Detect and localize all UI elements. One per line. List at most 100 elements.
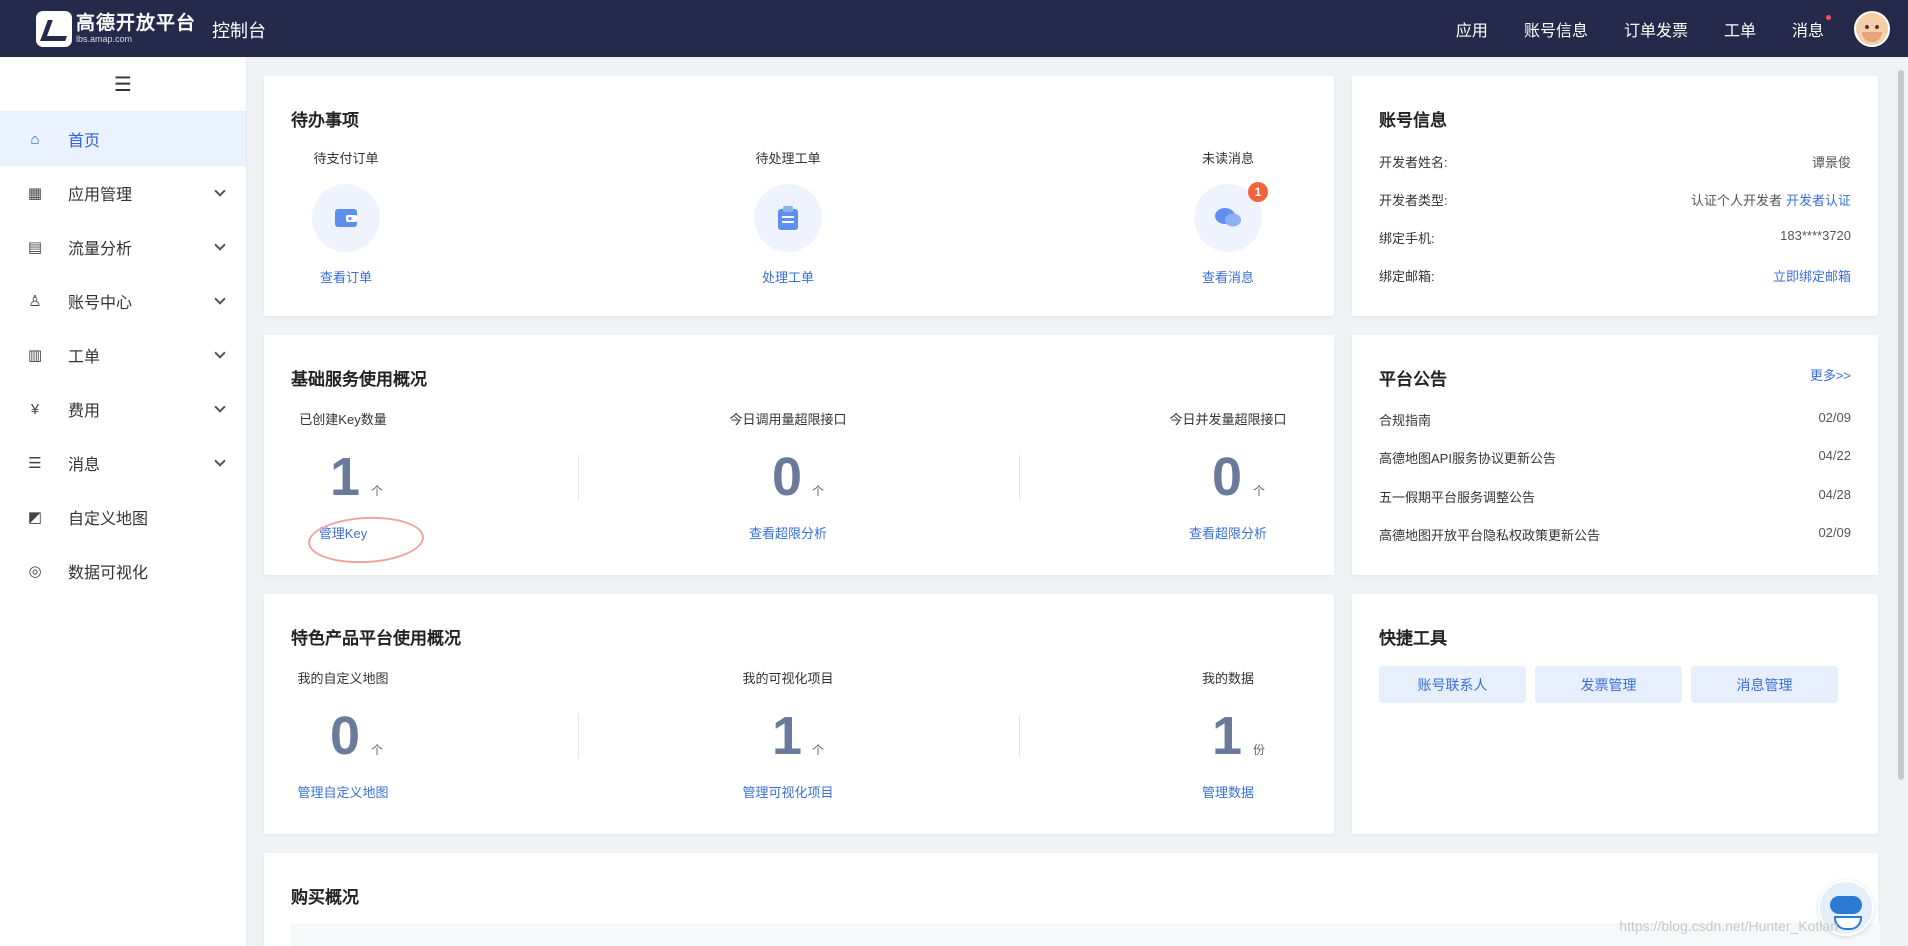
amap-logo-icon [36, 11, 72, 47]
notice-item-date: 02/09 [1818, 410, 1851, 425]
nav-account[interactable]: 账号信息 [1524, 17, 1588, 41]
visualization-icon: ◎ [28, 563, 42, 580]
notice-item[interactable]: 五一假期平台服务调整公告 04/28 [1379, 487, 1851, 507]
nav-apps[interactable]: 应用 [1456, 17, 1488, 41]
clipboard-icon [754, 184, 822, 252]
logo-title: 高德开放平台 [76, 13, 197, 34]
chevron-down-icon [214, 401, 226, 413]
view-call-limit-analysis-link[interactable]: 查看超限分析 [718, 523, 858, 542]
custom-map-count-value: 0 [330, 706, 361, 766]
chart-icon: ▤ [27, 239, 43, 256]
developer-certification-link[interactable]: 开发者认证 [1786, 193, 1851, 208]
manage-custom-map-link[interactable]: 管理自定义地图 [288, 782, 398, 801]
sidebar-item-label: 首页 [68, 133, 101, 150]
daily-call-limit-value: 0 [772, 447, 803, 507]
account-card: 账号信息 开发者姓名: 谭景俊 开发者类型: 认证个人开发者 开发者认证 绑定手机… [1352, 76, 1878, 316]
notice-item[interactable]: 合规指南 02/09 [1379, 410, 1851, 430]
manage-data-link[interactable]: 管理数据 [1178, 782, 1278, 801]
invoice-management-button[interactable]: 发票管理 [1535, 666, 1682, 703]
apps-icon: ▦ [27, 185, 43, 202]
custom-map-count-label: 我的自定义地图 [297, 671, 389, 686]
sidebar-item-messages[interactable]: ☰ 消息 [0, 436, 246, 490]
notice-item-title: 高德地图开放平台隐私权政策更新公告 [1379, 528, 1601, 543]
sidebar-item-account-center[interactable]: ♙ 账号中心 [0, 274, 246, 328]
sidebar-item-label: 工单 [68, 349, 101, 366]
phone-key: 绑定手机: [1379, 231, 1435, 246]
chevron-down-icon [214, 239, 226, 251]
pending-tickets-label: 待处理工单 [755, 151, 821, 166]
user-avatar[interactable] [1854, 11, 1890, 47]
notice-item-date: 04/28 [1818, 487, 1851, 502]
nav-messages[interactable]: 消息 [1791, 14, 1831, 41]
phone-value: 183****3720 [1780, 228, 1851, 243]
sidebar-item-label: 流量分析 [68, 241, 133, 258]
ticket-icon: ▥ [27, 347, 43, 364]
quick-tools-card: 快捷工具 账号联系人 发票管理 消息管理 [1352, 594, 1878, 834]
sidebar-item-traffic-analysis[interactable]: ▤ 流量分析 [0, 220, 246, 274]
nav-messages-label: 消息 [1791, 22, 1824, 40]
top-nav: 应用 账号信息 订单发票 工单 消息 [1420, 0, 1831, 57]
divider [1019, 714, 1020, 758]
daily-call-limit-unit: 个 [812, 484, 825, 498]
special-usage-card: 特色产品平台使用概况 我的自定义地图 0 个 管理自定义地图 我的可视化项目 1… [264, 594, 1334, 834]
my-data-count-unit: 份 [1253, 743, 1266, 757]
pending-orders-label: 待支付订单 [313, 151, 379, 166]
sidebar-item-label: 消息 [68, 457, 101, 474]
developer-type-value-group: 认证个人开发者 开发者认证 [1691, 190, 1851, 209]
email-key: 绑定邮箱: [1379, 269, 1435, 284]
account-contact-button[interactable]: 账号联系人 [1379, 666, 1526, 703]
message-management-button[interactable]: 消息管理 [1691, 666, 1838, 703]
manage-visualization-project-link[interactable]: 管理可视化项目 [728, 782, 848, 801]
sidebar-item-data-visualization[interactable]: ◎ 数据可视化 [0, 544, 246, 598]
logo[interactable]: 高德开放平台 lbs.amap.com [36, 11, 196, 47]
wallet-icon [312, 184, 380, 252]
message-icon: ☰ [28, 455, 42, 472]
view-orders-link[interactable]: 查看订单 [296, 267, 396, 286]
divider [578, 714, 579, 758]
sidebar-item-label: 自定义地图 [68, 511, 149, 528]
notice-item[interactable]: 高德地图API服务协议更新公告 04/22 [1379, 448, 1851, 468]
my-data-count-value: 1 [1212, 706, 1243, 766]
my-data-count-label: 我的数据 [1201, 671, 1254, 686]
daily-concurrency-limit-label: 今日并发量超限接口 [1169, 412, 1287, 427]
top-bar: 高德开放平台 lbs.amap.com 控制台 应用 账号信息 订单发票 工单 … [0, 0, 1908, 57]
notice-item[interactable]: 高德地图开放平台隐私权政策更新公告 02/09 [1379, 525, 1851, 545]
menu-toggle-icon[interactable]: ☰ [0, 57, 246, 112]
home-icon: ⌂ [30, 130, 40, 148]
yen-icon: ¥ [30, 400, 40, 418]
sidebar-item-home[interactable]: ⌂ 首页 [0, 112, 246, 166]
notice-item-date: 04/22 [1818, 448, 1851, 463]
custom-map-count-unit: 个 [371, 743, 384, 757]
developer-type-value: 认证个人开发者 [1690, 193, 1782, 208]
notice-more-link[interactable]: 更多>> [1810, 365, 1851, 384]
nav-tickets[interactable]: 工单 [1724, 17, 1756, 41]
visualization-project-count-unit: 个 [812, 743, 825, 757]
sidebar-item-custom-map[interactable]: ◩ 自定义地图 [0, 490, 246, 544]
chevron-down-icon [214, 293, 226, 305]
bind-email-link[interactable]: 立即绑定邮箱 [1773, 269, 1851, 284]
console-title: 控制台 [212, 21, 266, 41]
chat-icon: 1 [1194, 182, 1268, 252]
key-count-value: 1 [330, 447, 361, 507]
handle-tickets-link[interactable]: 处理工单 [738, 267, 838, 286]
purchase-title: 购买概况 [291, 888, 359, 907]
sidebar-item-label: 账号中心 [68, 295, 133, 312]
view-messages-link[interactable]: 查看消息 [1178, 267, 1278, 286]
nav-orders-invoices[interactable]: 订单发票 [1624, 17, 1688, 41]
notice-title: 平台公告 [1379, 370, 1447, 389]
chevron-down-icon [214, 185, 226, 197]
page-scrollbar[interactable] [1898, 70, 1904, 780]
account-title: 账号信息 [1379, 111, 1447, 130]
user-icon: ♙ [28, 293, 42, 310]
notice-card: 平台公告 更多>> 合规指南 02/09 高德地图API服务协议更新公告 04/… [1352, 335, 1878, 575]
phone-row: 绑定手机: 183****3720 [1379, 228, 1851, 248]
view-concurrency-limit-analysis-link[interactable]: 查看超限分析 [1158, 523, 1298, 542]
sidebar-item-tickets[interactable]: ▥ 工单 [0, 328, 246, 382]
sidebar-item-app-management[interactable]: ▦ 应用管理 [0, 166, 246, 220]
key-count-unit: 个 [371, 484, 384, 498]
email-row: 绑定邮箱: 立即绑定邮箱 [1379, 266, 1851, 286]
sidebar-item-fees[interactable]: ¥ 费用 [0, 382, 246, 436]
developer-type-row: 开发者类型: 认证个人开发者 开发者认证 [1379, 190, 1851, 210]
sidebar: ☰ ⌂ 首页 ▦ 应用管理 ▤ 流量分析 ♙ 账号中心 ▥ 工单 ¥ 费用 ☰ … [0, 57, 247, 946]
sidebar-item-label: 应用管理 [68, 187, 133, 204]
